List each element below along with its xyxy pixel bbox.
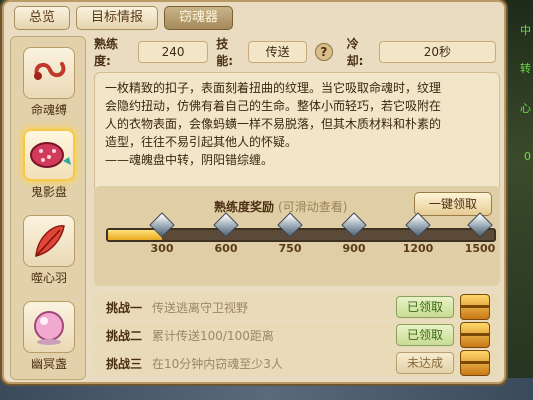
description-line: 人的衣物表面，会像蚂蟥一样不易脱落，但其木质材料和朴素的 [105,117,442,131]
sidebar-item-label: 噬心羽 [30,271,67,285]
description-line: ——魂魄盘中转，阴阳错综缠。 [105,153,274,167]
proficiency-value: 240 [137,41,209,63]
bead-icon [23,129,75,181]
milestone[interactable]: 600 [206,212,246,255]
challenge-name: 挑战三 [106,357,143,371]
challenge-desc: 在10分钟内窃魂至少3人 [152,357,283,371]
challenge-row: 挑战一 传送逃离守卫视野 已领取 [94,294,500,320]
sidebar-item-guiYingPan[interactable]: 鬼影盘 [13,123,85,203]
milestone[interactable]: 1500 [460,212,500,255]
reward-title: 熟练度奖励 (可滑动查看) [214,198,347,215]
description-line: 一枚精致的扣子，表面刻着扭曲的纹理。当它吸取命魂时，纹理 [105,81,442,95]
reward-title-text: 熟练度奖励 [214,200,275,214]
challenge-row: 挑战二 累计传送100/100距离 已领取 [94,322,500,348]
item-sidebar: 命魂缚 鬼影盘 噬心羽 幽冥盏 [10,36,86,380]
soul-stealer-window: 总览 目标情报 窃魂器 命魂缚 鬼影盘 噬心羽 幽冥盏 熟练度: 240 技能:… [2,0,506,384]
milestone[interactable]: 750 [270,212,310,255]
sidebar-item-label: 幽冥盏 [30,357,67,371]
crystal-icon [341,212,367,238]
challenge-row: 挑战三 在10分钟内窃魂至少3人 未达成 [94,350,500,376]
milestone[interactable]: 300 [142,212,182,255]
milestone-label: 1500 [464,242,496,255]
sidebar-item-label: 命魂缚 [30,103,67,117]
chest-icon[interactable] [460,350,490,376]
milestone-label: 300 [150,242,174,255]
proficiency-reward-panel[interactable]: 熟练度奖励 (可滑动查看) 一键领取 300 600 750 900 1200 … [94,186,500,286]
challenge-name: 挑战二 [106,329,143,343]
feather-icon [23,215,75,267]
scene-text: 中 [520,24,531,37]
chest-icon[interactable] [460,294,490,320]
cooldown-label: 冷却: [346,37,364,68]
description-line: 会隐约扭动，仿佛有着自己的生命。整体小而轻巧，若它吸附在 [105,99,442,113]
sidebar-item-mingHunFu[interactable]: 命魂缚 [13,41,85,121]
challenge-desc: 传送逃离守卫视野 [152,301,249,315]
challenge-desc: 累计传送100/100距离 [152,329,274,343]
crystal-icon [277,212,303,238]
scene-text: 转 [520,62,531,75]
challenge-status-button[interactable]: 已领取 [396,324,454,346]
milestone[interactable]: 900 [334,212,374,255]
challenge-name: 挑战一 [106,301,143,315]
sidebar-item-shiXinYu[interactable]: 噬心羽 [13,209,85,289]
top-tabs: 总览 目标情报 窃魂器 [14,6,234,32]
sidebar-item-label: 鬼影盘 [30,185,67,199]
tab-target-intel[interactable]: 目标情报 [76,6,159,30]
milestone-label: 1200 [402,242,434,255]
stats-row: 熟练度: 240 技能: 传送 ? 冷却: 20秒 [94,37,504,68]
scene-text: 0 [524,150,531,163]
challenge-list: 挑战一 传送逃离守卫视野 已领取 挑战二 累计传送100/100距离 已领取 挑… [94,294,500,376]
milestone-label: 750 [278,242,302,255]
skill-value: 传送 [248,41,307,63]
crystal-icon [405,212,431,238]
help-icon[interactable]: ? [315,43,333,61]
sidebar-item-youMingZhan[interactable]: 幽冥盏 [13,295,85,375]
crystal-icon [467,212,493,238]
milestone-label: 900 [342,242,366,255]
tab-soul-stealer[interactable]: 窃魂器 [164,6,234,30]
milestone[interactable]: 1200 [398,212,438,255]
crystal-icon [213,212,239,238]
proficiency-label: 熟练度: [94,37,119,68]
game-scene-background: 中 转 心 0 [505,0,533,400]
crystal-icon [149,212,175,238]
scene-text: 心 [520,102,531,115]
challenge-status-button[interactable]: 已领取 [396,296,454,318]
orb-icon [23,301,75,353]
challenge-status-button[interactable]: 未达成 [396,352,454,374]
skill-label: 技能: [216,37,234,68]
rope-icon [23,47,75,99]
chest-icon[interactable] [460,322,490,348]
cooldown-value: 20秒 [378,41,496,63]
milestone-label: 600 [214,242,238,255]
item-description: 一枚精致的扣子，表面刻着扭曲的纹理。当它吸取命魂时，纹理 会隐约扭动，仿佛有着自… [94,72,500,192]
description-line: 造型，往往不易引起其他人的怀疑。 [105,135,298,149]
tab-overview[interactable]: 总览 [14,6,71,30]
main-panel: 熟练度: 240 技能: 传送 ? 冷却: 20秒 一枚精致的扣子，表面刻着扭曲… [90,36,504,380]
